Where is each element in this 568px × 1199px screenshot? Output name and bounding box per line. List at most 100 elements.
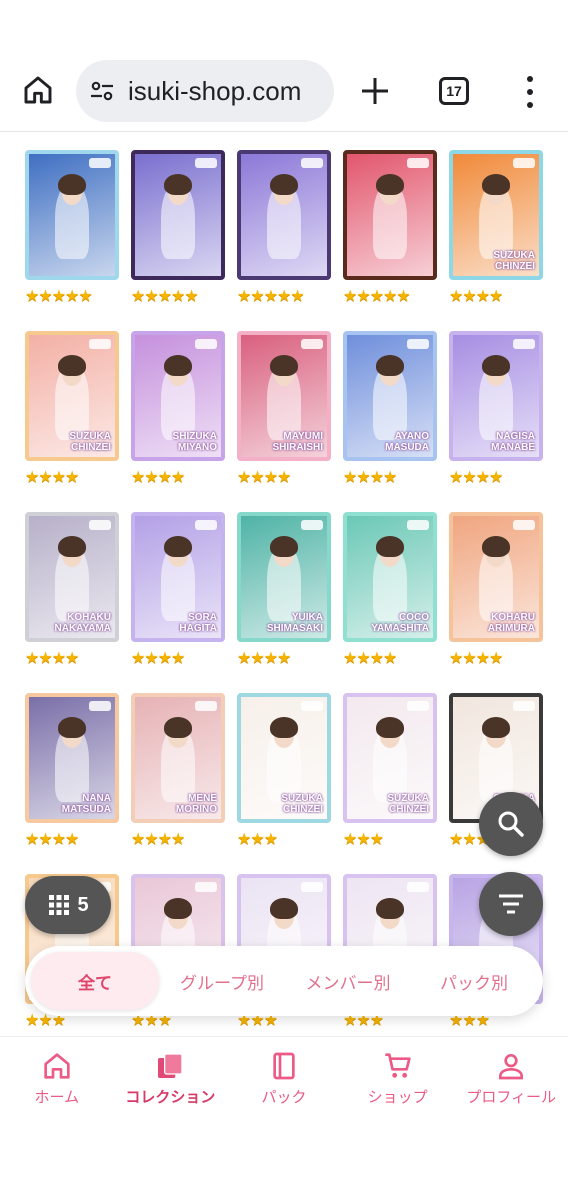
card-image[interactable]: KOHARU ARIMURA	[449, 512, 543, 642]
card-image[interactable]: SUZUKA CHINZEI	[237, 693, 331, 823]
segment-by-member[interactable]: メンバー別	[285, 952, 411, 1010]
status-bar	[0, 0, 568, 52]
card-hair	[58, 354, 86, 377]
card-logo	[513, 520, 535, 530]
cart-icon	[384, 1053, 411, 1078]
card-item[interactable]: KOHARU ARIMURA ★★★★	[449, 512, 543, 668]
nav-home[interactable]: ホーム	[0, 1037, 114, 1120]
nav-profile-label: プロフィール	[466, 1088, 557, 1106]
grid-columns-button[interactable]: 5	[25, 876, 111, 934]
card-image[interactable]: SORA HAGITA	[131, 512, 225, 642]
browser-menu-button[interactable]	[518, 74, 542, 110]
card-image[interactable]: AYANO MASUDA	[343, 331, 437, 461]
card-image[interactable]	[25, 150, 119, 280]
card-item[interactable]: SUZUKA CHINZEI★★★	[237, 693, 331, 849]
site-settings-icon[interactable]	[76, 79, 128, 103]
card-logo	[407, 701, 429, 711]
profile-icon	[499, 1054, 524, 1080]
card-hair	[270, 535, 298, 558]
browser-home-button[interactable]	[18, 70, 58, 110]
nav-pack-label: パック	[261, 1088, 307, 1106]
card-image[interactable]: NANA MATSUDA	[25, 693, 119, 823]
card-hair	[482, 535, 510, 558]
card-item[interactable]: NAGISA MANABE ★★★★	[449, 331, 543, 487]
card-logo	[89, 339, 111, 349]
card-hair	[482, 354, 510, 377]
url-text: isuki-shop.com	[128, 75, 302, 106]
card-item[interactable]: SUZUKA CHINZEI ★★★★	[449, 150, 543, 306]
card-item[interactable]: COCO YAMASHITA ★★★★	[343, 512, 437, 668]
grid-icon	[49, 895, 70, 915]
card-item[interactable]: MENE MORINO ★★★★	[131, 693, 225, 849]
nav-profile[interactable]: プロフィール	[454, 1037, 568, 1120]
card-logo	[301, 701, 323, 711]
card-rarity-stars: ★★★★	[131, 829, 185, 848]
search-button[interactable]	[479, 792, 543, 856]
card-logo	[89, 158, 111, 168]
filter-icon	[499, 894, 523, 914]
home-icon	[24, 76, 52, 104]
card-logo	[301, 520, 323, 530]
card-image[interactable]: YUIKA SHIMASAKI	[237, 512, 331, 642]
nav-collection[interactable]: コレクション	[114, 1037, 228, 1120]
segment-by-group[interactable]: グループ別	[159, 952, 285, 1010]
card-item[interactable]: ★★★★★	[25, 150, 119, 306]
card-item[interactable]: MAYUMI SHIRAISHI ★★★★	[237, 331, 331, 487]
card-image[interactable]: SUZUKA CHINZEI	[25, 331, 119, 461]
card-item[interactable]: ★★★★★	[237, 150, 331, 306]
card-logo	[195, 158, 217, 168]
nav-shop[interactable]: ショップ	[341, 1037, 455, 1120]
card-item[interactable]: SUZUKA CHINZEI ★★★	[343, 693, 437, 849]
card-hair	[270, 354, 298, 377]
card-logo	[195, 520, 217, 530]
card-image[interactable]: SUZUKA CHINZEI	[449, 150, 543, 280]
card-item[interactable]: SUZUKA CHINZEI ★★★★	[25, 331, 119, 487]
card-image[interactable]	[237, 150, 331, 280]
new-tab-button[interactable]	[356, 72, 394, 110]
nav-pack[interactable]: パック	[227, 1037, 341, 1120]
card-image[interactable]: SUZUKA CHINZEI	[343, 693, 437, 823]
card-image[interactable]	[343, 150, 437, 280]
card-member-name: YUIKA SHIMASAKI	[266, 612, 323, 634]
card-image[interactable]: COCO YAMASHITA	[343, 512, 437, 642]
card-hair	[270, 716, 298, 739]
card-member-name: NANA MATSUDA	[61, 793, 111, 815]
card-rarity-stars: ★★★★★	[25, 286, 93, 305]
card-item[interactable]: ★★★★★	[131, 150, 225, 306]
bottom-navigation: ホーム コレクション パック ショップ プロフィール	[0, 1036, 568, 1120]
plus-icon	[362, 78, 388, 104]
segment-by-pack[interactable]: パック別	[411, 952, 537, 1010]
card-logo	[89, 520, 111, 530]
filter-button[interactable]	[479, 872, 543, 936]
card-item[interactable]: YUIKA SHIMASAKI ★★★★	[237, 512, 331, 668]
nav-home-label: ホーム	[34, 1088, 80, 1106]
card-hair	[376, 173, 404, 196]
card-rarity-stars: ★★★★	[131, 467, 185, 486]
card-rarity-stars: ★★★★	[449, 648, 503, 667]
card-rarity-stars: ★★★★	[25, 467, 79, 486]
card-hair	[376, 354, 404, 377]
card-image[interactable]: SHIZUKA MIYANO	[131, 331, 225, 461]
card-item[interactable]: ★★★★★	[343, 150, 437, 306]
address-bar[interactable]: isuki-shop.com	[76, 60, 334, 122]
card-image[interactable]: MAYUMI SHIRAISHI	[237, 331, 331, 461]
card-rarity-stars: ★★★	[343, 829, 384, 848]
card-rarity-stars: ★★★★	[25, 829, 79, 848]
card-item[interactable]: NANA MATSUDA ★★★★	[25, 693, 119, 849]
tab-switcher-button[interactable]: 17	[439, 77, 469, 105]
segment-all[interactable]: 全て	[31, 952, 159, 1010]
card-rarity-stars: ★★★★★	[131, 286, 199, 305]
card-image[interactable]: MENE MORINO	[131, 693, 225, 823]
browser-toolbar: isuki-shop.com 17	[0, 52, 568, 132]
card-logo	[301, 339, 323, 349]
card-item[interactable]: KOHAKU NAKAYAMA ★★★★	[25, 512, 119, 668]
card-logo	[195, 339, 217, 349]
card-rarity-stars: ★★★★	[131, 648, 185, 667]
card-item[interactable]: SHIZUKA MIYANO ★★★★	[131, 331, 225, 487]
card-item[interactable]: SORA HAGITA ★★★★	[131, 512, 225, 668]
card-image[interactable]	[131, 150, 225, 280]
card-item[interactable]: AYANO MASUDA ★★★★	[343, 331, 437, 487]
card-hair	[376, 716, 404, 739]
card-image[interactable]: KOHAKU NAKAYAMA	[25, 512, 119, 642]
card-image[interactable]: NAGISA MANABE	[449, 331, 543, 461]
